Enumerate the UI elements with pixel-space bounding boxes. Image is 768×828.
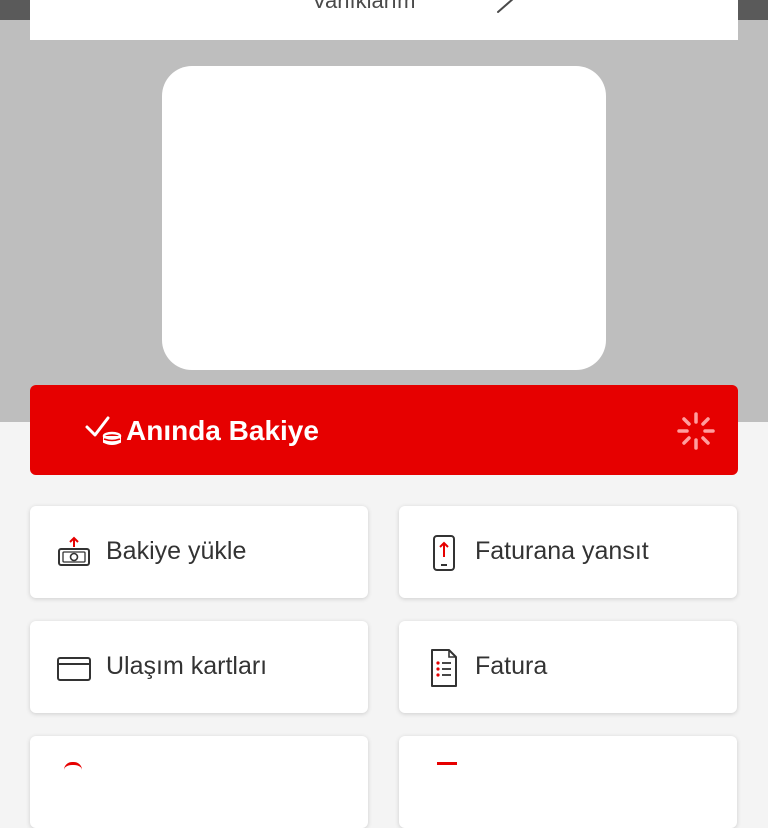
transport-cards-label: Ulaşım kartları — [106, 652, 268, 680]
arrow-right-icon — [458, 0, 518, 23]
transport-cards-tile[interactable]: Ulaşım kartları — [30, 621, 368, 713]
partial-red-icon — [437, 762, 457, 771]
instant-balance-bar[interactable]: Anında Bakiye — [30, 385, 738, 475]
invoice-document-icon — [430, 648, 458, 693]
content-placeholder-card — [162, 66, 606, 370]
instant-balance-label: Anında Bakiye — [126, 415, 319, 446]
assets-card[interactable]: Varlıklarım — [30, 0, 738, 40]
check-coins-icon — [84, 414, 124, 455]
cash-upload-icon — [56, 536, 92, 575]
phone-upload-icon — [431, 534, 457, 577]
top-up-balance-tile[interactable]: Bakiye yükle — [30, 506, 368, 598]
action-tile-partial-left[interactable] — [30, 736, 368, 828]
invoice-label: Fatura — [475, 652, 548, 680]
charge-to-bill-label: Faturana yansıt — [475, 537, 649, 565]
backdrop-edge-left — [0, 0, 30, 20]
charge-to-bill-tile[interactable]: Faturana yansıt — [399, 506, 737, 598]
invoice-tile[interactable]: Fatura — [399, 621, 737, 713]
backdrop-edge-right — [738, 0, 768, 20]
partial-red-icon — [64, 762, 82, 771]
assets-title: Varlıklarım — [312, 0, 416, 13]
card-icon — [57, 657, 91, 686]
top-up-balance-label: Bakiye yükle — [106, 537, 247, 565]
action-tile-partial-right[interactable] — [399, 736, 737, 828]
loading-spinner-icon — [676, 411, 716, 456]
